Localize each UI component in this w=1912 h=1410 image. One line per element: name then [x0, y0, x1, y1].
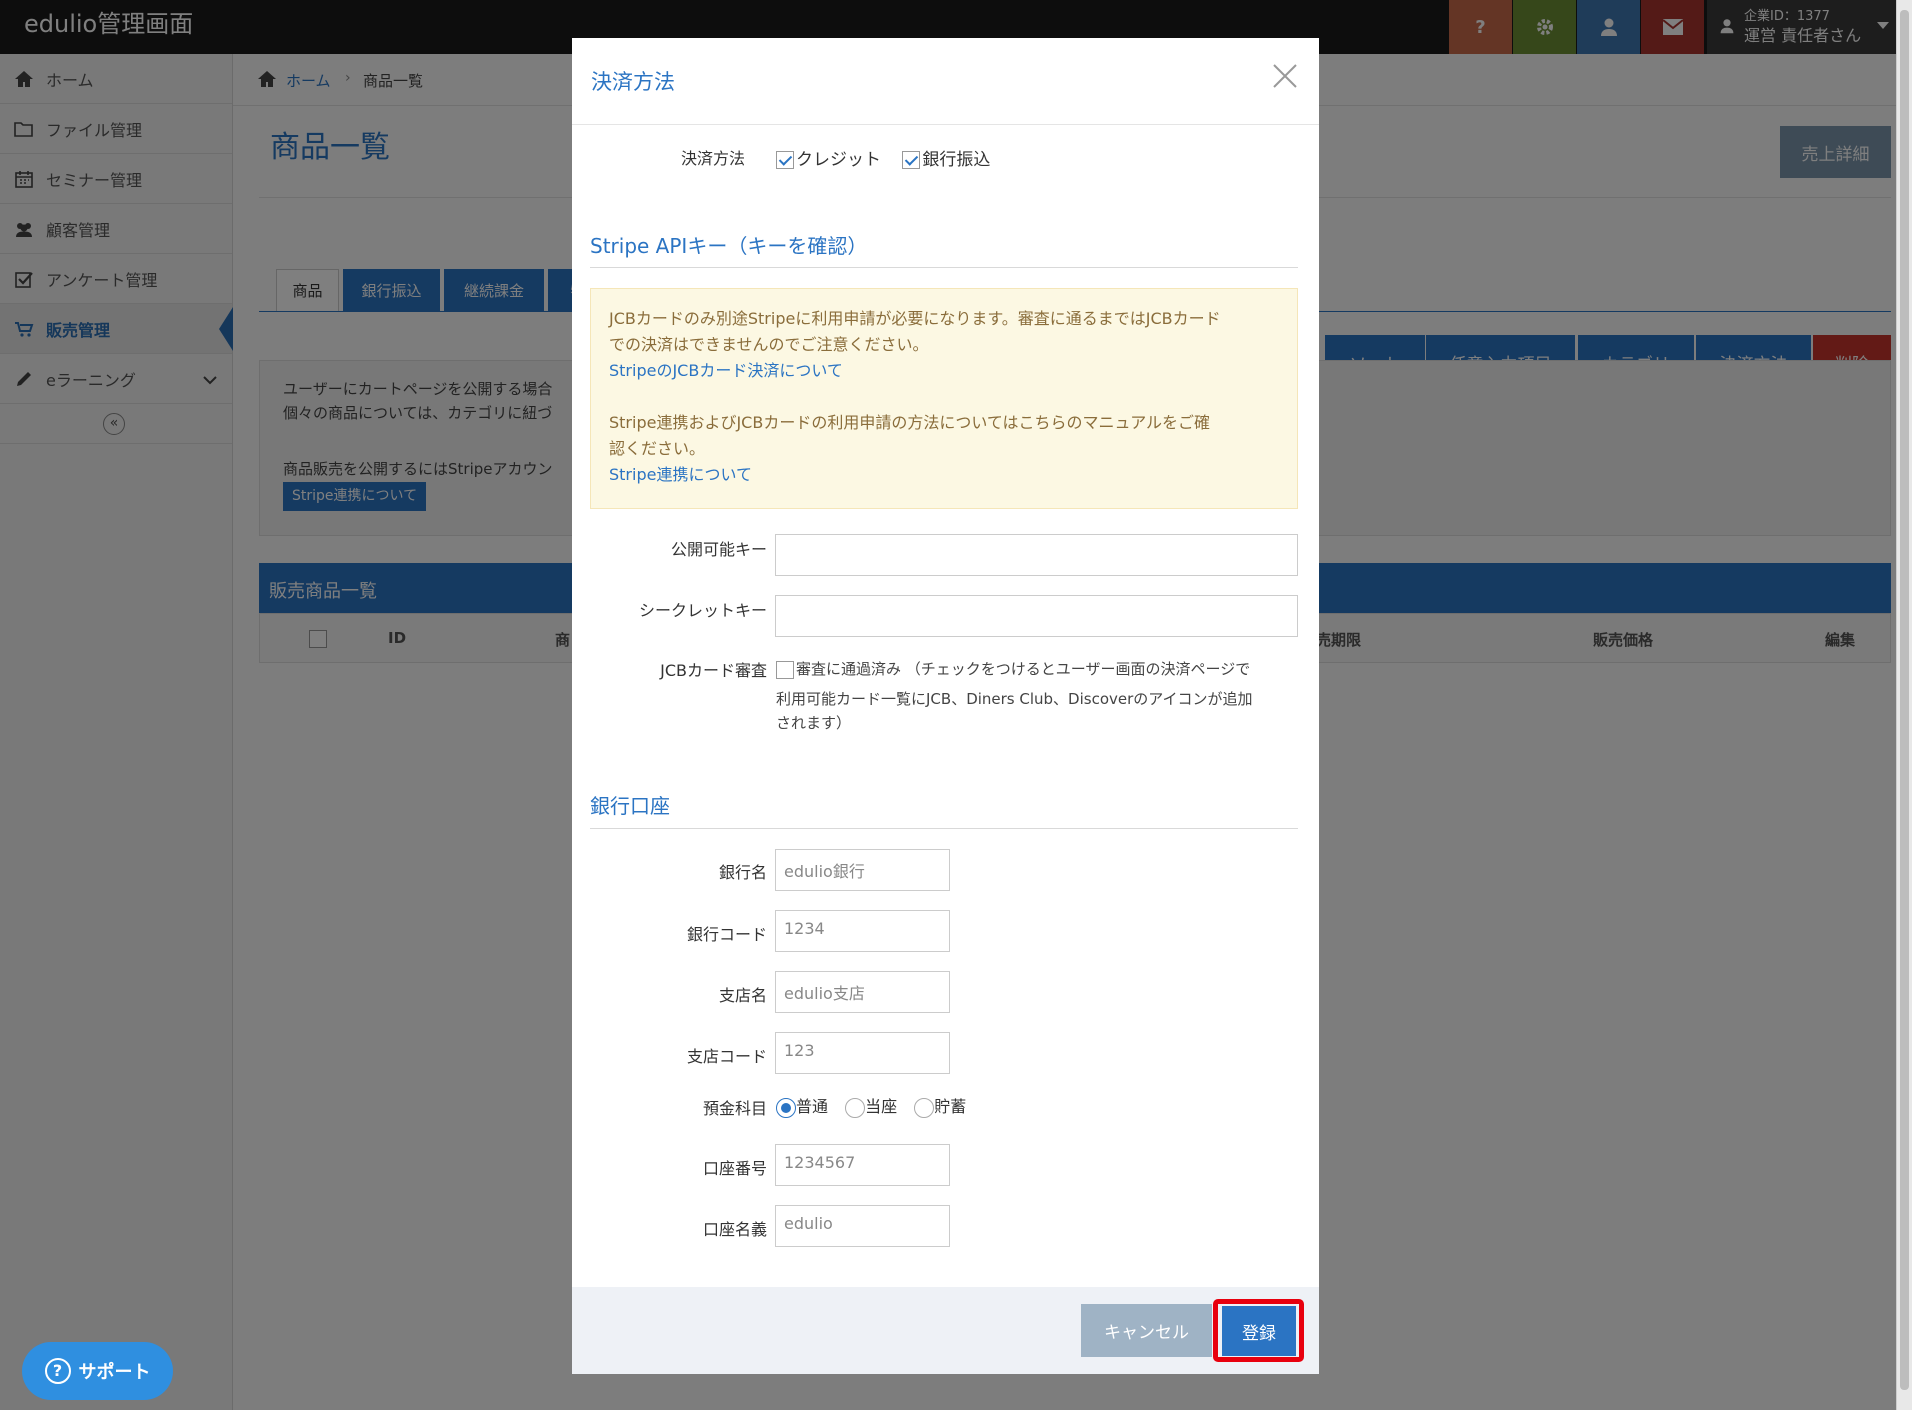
- account-holder-label: 口座名義: [702, 1220, 767, 1239]
- notice-text: Stripe連携およびJCBカードの利用申請の方法についてはこちらのマニュアルを…: [609, 413, 1211, 432]
- modal-title: 決済方法: [591, 70, 675, 94]
- jcb-checkbox[interactable]: [776, 660, 794, 679]
- branch-name-label: 支店名: [718, 986, 767, 1005]
- cancel-button[interactable]: キャンセル: [1081, 1304, 1212, 1357]
- public-key-label: 公開可能キー: [670, 540, 767, 559]
- jcb-review-label: JCBカード審査: [660, 661, 767, 680]
- jcb-link[interactable]: StripeのJCBカード決済について: [609, 358, 1279, 384]
- modal-footer: キャンセル 登録: [572, 1287, 1319, 1374]
- radio-label: 当座: [865, 1097, 898, 1116]
- jcb-review-group: 審査に通過済み （チェックをつけるとユーザー画面の決済ページで 利用可能カード一…: [776, 657, 1306, 735]
- branch-name-input[interactable]: edulio支店: [775, 971, 950, 1013]
- notice-text: での決済はできませんのでご注意ください。: [609, 335, 929, 354]
- secret-key-label: シークレットキー: [638, 601, 767, 620]
- support-button[interactable]: ? サポート: [22, 1342, 173, 1400]
- secret-key-input[interactable]: [775, 595, 1298, 637]
- account-number-input[interactable]: 1234567: [775, 1144, 950, 1186]
- bank-section-title: 銀行口座: [590, 794, 670, 818]
- close-icon[interactable]: [1272, 63, 1298, 89]
- help-circle-icon: ?: [44, 1358, 71, 1384]
- radio-normal[interactable]: [776, 1097, 796, 1118]
- section-divider: [590, 828, 1298, 829]
- public-key-input[interactable]: [775, 534, 1298, 576]
- payment-method-modal: 決済方法 決済方法 クレジット 銀行振込 Stripe APIキー（キーを確認）…: [572, 38, 1319, 1374]
- scrollbar-thumb[interactable]: [1900, 10, 1909, 1390]
- bank-checkbox[interactable]: [902, 151, 921, 169]
- stripe-section-title[interactable]: Stripe APIキー（キーを確認）: [590, 230, 867, 259]
- account-type-radios: 普通 当座 貯蓄: [776, 1093, 966, 1118]
- section-divider: [590, 267, 1298, 268]
- bank-name-input[interactable]: edulio銀行: [775, 849, 950, 891]
- support-label: サポート: [78, 1362, 151, 1383]
- notice-text: JCBカードのみ別途Stripeに利用申請が必要になります。審査に通るまではJC…: [609, 309, 1221, 328]
- credit-label: クレジット: [796, 150, 881, 170]
- branch-code-label: 支店コード: [686, 1047, 767, 1066]
- account-type-label: 預金科目: [702, 1099, 767, 1118]
- bank-code-label: 銀行コード: [686, 925, 767, 944]
- submit-button[interactable]: 登録: [1222, 1306, 1296, 1356]
- modal-header: 決済方法: [572, 38, 1319, 125]
- bank-label: 銀行振込: [922, 150, 991, 170]
- payment-options: クレジット 銀行振込: [776, 145, 990, 170]
- jcb-checkbox-label: 審査に通過済み: [796, 660, 902, 678]
- credit-checkbox[interactable]: [776, 151, 794, 169]
- bank-name-label: 銀行名: [718, 863, 767, 882]
- radio-label: 貯蓄: [934, 1097, 967, 1116]
- notice-box: JCBカードのみ別途Stripeに利用申請が必要になります。審査に通るまではJC…: [590, 288, 1298, 509]
- notice-text: 認ください。: [609, 439, 706, 458]
- jcb-note: されます）: [776, 714, 852, 732]
- bank-code-input[interactable]: 1234: [775, 910, 950, 952]
- account-number-label: 口座番号: [702, 1159, 767, 1178]
- jcb-note: （チェックをつけるとユーザー画面の決済ページで: [905, 660, 1251, 678]
- radio-savings[interactable]: [914, 1097, 935, 1118]
- account-holder-input[interactable]: edulio: [775, 1205, 950, 1247]
- jcb-note: 利用可能カード一覧にJCB、Diners Club、Discoverのアイコンが…: [776, 690, 1253, 708]
- scrollbar[interactable]: [1896, 0, 1912, 1410]
- branch-code-input[interactable]: 123: [775, 1032, 950, 1074]
- payment-label: 決済方法: [680, 149, 745, 168]
- radio-current[interactable]: [845, 1097, 866, 1118]
- stripe-link[interactable]: Stripe連携について: [609, 462, 1279, 488]
- radio-label: 普通: [796, 1097, 829, 1116]
